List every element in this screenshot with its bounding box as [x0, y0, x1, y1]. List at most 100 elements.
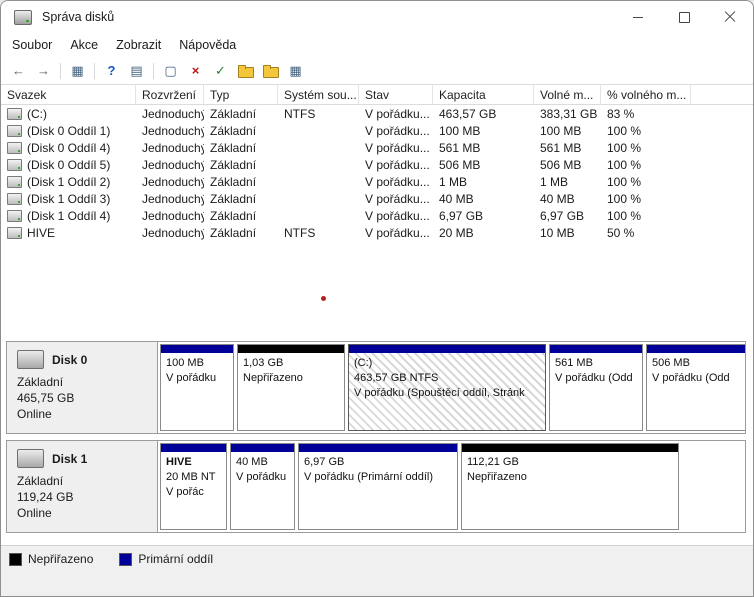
cell-text: 50 %: [607, 226, 634, 240]
cell-volneho-m: 83 %: [601, 105, 691, 122]
partition-label: Nepřiřazeno: [243, 371, 339, 386]
disk-size: 465,75 GB: [17, 390, 157, 406]
partition-40-mb[interactable]: 40 MBV pořádku: [230, 443, 295, 530]
partition-label: 506 MB: [652, 356, 742, 371]
partition-label: V pořádku: [166, 371, 228, 386]
column-header-system-sou[interactable]: Systém sou...: [278, 85, 359, 104]
cell-text: Jednoduchý: [142, 175, 204, 189]
menu-zobrazit[interactable]: Zobrazit: [107, 36, 170, 54]
app-icon: [14, 10, 32, 25]
volume-row-disk-0-oddil-1[interactable]: (Disk 0 Oddíl 1)JednoduchýZákladníV pořá…: [1, 122, 753, 139]
view-options-icon[interactable]: ▦: [284, 60, 307, 82]
volume-row-hive[interactable]: HIVEJednoduchýZákladníNTFSV pořádku...20…: [1, 224, 753, 241]
cell-text: Jednoduchý: [142, 107, 204, 121]
partition-506-mb[interactable]: 506 MBV pořádku (Odd: [646, 344, 745, 431]
column-header-volneho-m[interactable]: % volného m...: [601, 85, 691, 104]
cell-typ: Základní: [204, 173, 278, 190]
close-button[interactable]: [707, 1, 753, 33]
maximize-button[interactable]: [661, 1, 707, 33]
cell-svazek: (Disk 0 Oddíl 5): [1, 156, 136, 173]
cell-text: 561 MB: [540, 141, 581, 155]
partition-561-mb[interactable]: 561 MBV pořádku (Odd: [549, 344, 643, 431]
cell-text: Jednoduchý: [142, 192, 204, 206]
export-list-icon[interactable]: ▤: [125, 60, 148, 82]
volume-icon: [7, 125, 22, 137]
help-icon[interactable]: ?: [100, 60, 123, 82]
disk-panel-disk-0[interactable]: Disk 0Základní465,75 GBOnline: [7, 342, 158, 433]
column-header-stav[interactable]: Stav: [359, 85, 433, 104]
cell-text: V pořádku...: [365, 124, 430, 138]
partition-label: V pořádku (Primární oddíl): [304, 470, 452, 485]
cell-text: V pořádku...: [365, 107, 430, 121]
volume-row-disk-1-oddil-2[interactable]: (Disk 1 Oddíl 2)JednoduchýZákladníV pořá…: [1, 173, 753, 190]
partition-label: V pořádku (Spouštěcí oddíl, Stránk: [354, 386, 540, 401]
volume-row-c[interactable]: (C:)JednoduchýZákladníNTFSV pořádku...46…: [1, 105, 753, 122]
primary-partition-strip: [349, 345, 545, 353]
column-header-svazek[interactable]: Svazek: [1, 85, 136, 104]
console-tree-icon[interactable]: ▦: [66, 60, 89, 82]
disk-panel-disk-1[interactable]: Disk 1Základní119,24 GBOnline: [7, 441, 158, 532]
delete-volume-icon[interactable]: ×: [184, 60, 207, 82]
minimize-button[interactable]: [615, 1, 661, 33]
cell-text: V pořádku...: [365, 209, 430, 223]
menu-napoveda[interactable]: Nápověda: [170, 36, 245, 54]
cell-text: 1 MB: [439, 175, 467, 189]
cell-typ: Základní: [204, 190, 278, 207]
cell-text: 383,31 GB: [540, 107, 597, 121]
column-header-volne-m[interactable]: Volné m...: [534, 85, 601, 104]
mark-active-icon[interactable]: ✓: [209, 60, 232, 82]
cell-text: (Disk 1 Oddíl 3): [27, 192, 110, 206]
cell-rozvrzeni: Jednoduchý: [136, 207, 204, 224]
partition-label: 561 MB: [555, 356, 637, 371]
column-header-rozvrzeni[interactable]: Rozvržení: [136, 85, 204, 104]
volume-icon: [7, 142, 22, 154]
menu-soubor[interactable]: Soubor: [3, 36, 61, 54]
volume-row-disk-1-oddil-4[interactable]: (Disk 1 Oddíl 4)JednoduchýZákladníV pořá…: [1, 207, 753, 224]
partition-hive[interactable]: HIVE20 MB NTV pořác: [160, 443, 227, 530]
cell-rozvrzeni: Jednoduchý: [136, 173, 204, 190]
disk-name: Disk 0: [52, 353, 87, 367]
partition-label: 112,21 GB: [467, 455, 673, 470]
cell-stav: V pořádku...: [359, 156, 433, 173]
cell-system-sou: NTFS: [278, 105, 359, 122]
open-folder-icon[interactable]: [234, 60, 257, 82]
volume-row-disk-0-oddil-5[interactable]: (Disk 0 Oddíl 5)JednoduchýZákladníV pořá…: [1, 156, 753, 173]
forward-icon[interactable]: →: [32, 60, 55, 82]
back-icon[interactable]: ←: [7, 60, 30, 82]
disk-row-disk-1: Disk 1Základní119,24 GBOnlineHIVE20 MB N…: [6, 440, 746, 533]
partition-info: 40 MBV pořádku: [231, 452, 294, 529]
partition-label: Nepřiřazeno: [467, 470, 673, 485]
cell-text: 40 MB: [439, 192, 474, 206]
disk-icon: [17, 350, 44, 369]
cell-svazek: (Disk 0 Oddíl 1): [1, 122, 136, 139]
partition-c[interactable]: (C:)463,57 GB NTFSV pořádku (Spouštěcí o…: [348, 344, 546, 431]
action-pane-icon[interactable]: ▢: [159, 60, 182, 82]
title-bar[interactable]: Správa disků: [1, 1, 753, 33]
explore-folder-icon[interactable]: [259, 60, 282, 82]
partition-1-03-gb[interactable]: 1,03 GBNepřiřazeno: [237, 344, 345, 431]
partition-6-97-gb[interactable]: 6,97 GBV pořádku (Primární oddíl): [298, 443, 458, 530]
partition-100-mb[interactable]: 100 MBV pořádku: [160, 344, 234, 431]
volume-row-disk-1-oddil-3[interactable]: (Disk 1 Oddíl 3) JednoduchýZákladní V pořá…: [1, 190, 753, 207]
cell-kapacita: 463,57 GB: [433, 105, 534, 122]
partition-label: 20 MB NT: [166, 470, 221, 485]
window-controls: [615, 1, 753, 33]
cell-stav: V pořádku...: [359, 122, 433, 139]
cell-volne-m: 383,31 GB: [534, 105, 601, 122]
cell-stav: V pořádku...: [359, 224, 433, 241]
cell-text: 100 MB: [439, 124, 480, 138]
cell-volneho-m: 100 %: [601, 156, 691, 173]
disk-type: Základní: [17, 473, 157, 489]
cell-text: (Disk 0 Oddíl 4): [27, 141, 110, 155]
column-header-typ[interactable]: Typ: [204, 85, 278, 104]
volume-row-disk-0-oddil-4[interactable]: (Disk 0 Oddíl 4)JednoduchýZákladníV pořá…: [1, 139, 753, 156]
cell-text: 20 MB: [439, 226, 474, 240]
menu-akce[interactable]: Akce: [61, 36, 107, 54]
cell-text: V pořádku...: [365, 192, 430, 206]
column-header-kapacita[interactable]: Kapacita: [433, 85, 534, 104]
partition-112-21-gb[interactable]: 112,21 GBNepřiřazeno: [461, 443, 679, 530]
cell-kapacita: 40 MB: [433, 190, 534, 207]
cell-text: 6,97 GB: [439, 209, 483, 223]
partition-label: V pořác: [166, 485, 221, 500]
partitions-area: 100 MBV pořádku1,03 GBNepřiřazeno(C:)463…: [158, 342, 745, 433]
